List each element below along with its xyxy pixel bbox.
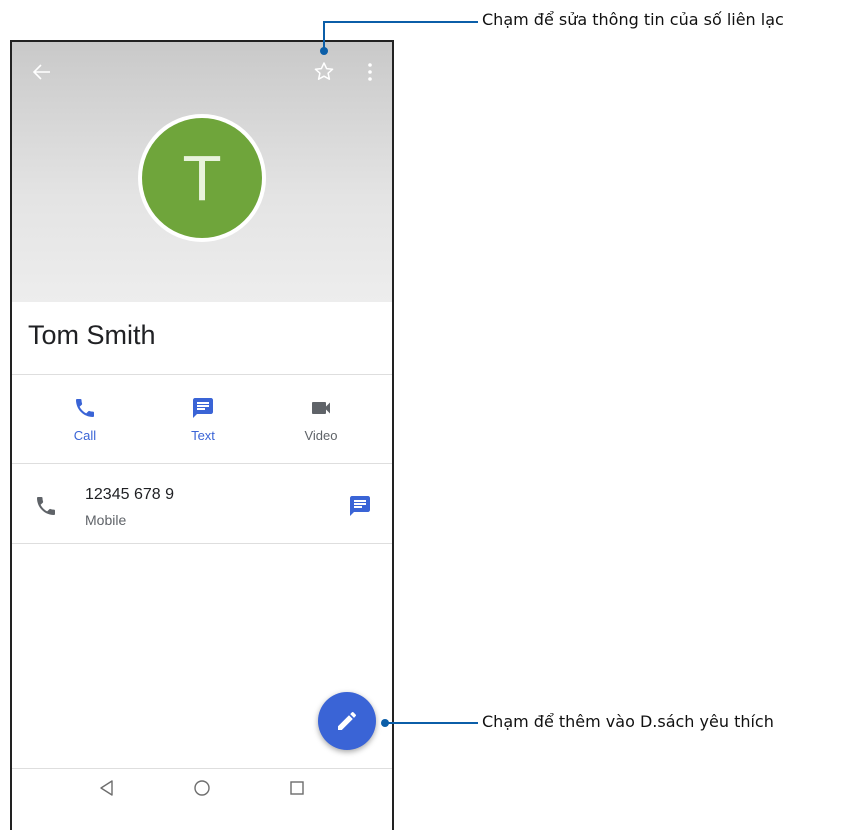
divider (12, 463, 392, 464)
back-arrow-icon[interactable] (30, 60, 54, 84)
message-icon[interactable] (348, 494, 372, 523)
call-action-button[interactable]: Call (25, 396, 145, 443)
text-label: Text (191, 428, 215, 443)
avatar-initial: T (142, 118, 262, 238)
contact-name: Tom Smith (28, 320, 156, 350)
edit-contact-fab[interactable] (318, 692, 376, 750)
system-navigation-bar (12, 769, 392, 809)
pencil-icon (338, 712, 356, 730)
callout-line-bottom (385, 722, 478, 724)
callout-line-top-horizontal (323, 21, 478, 23)
star-icon[interactable] (312, 60, 336, 84)
video-action-button[interactable]: Video (261, 396, 381, 443)
recents-nav-icon[interactable] (288, 779, 306, 802)
videocam-icon (312, 402, 330, 414)
call-label: Call (73, 428, 97, 443)
text-action-button[interactable]: Text (143, 396, 263, 443)
back-nav-icon[interactable] (98, 779, 116, 802)
callout-text-top: Chạm để sửa thông tin của số liên lạc (482, 10, 784, 29)
phone-screen: T Tom Smith Call Text Video 12345 678 9 … (10, 40, 394, 830)
message-icon (193, 398, 213, 418)
video-label: Video (304, 428, 338, 443)
phone-icon (76, 399, 94, 417)
phone-icon (34, 494, 58, 523)
divider (12, 543, 392, 544)
phone-type: Mobile (85, 512, 127, 528)
divider (12, 374, 392, 375)
more-options-icon[interactable] (358, 60, 382, 84)
home-nav-icon[interactable] (193, 779, 211, 802)
avatar: T (138, 114, 266, 242)
callout-text-bottom: Chạm để thêm vào D.sách yêu thích (482, 712, 774, 731)
contact-header: T (12, 42, 392, 302)
phone-number: 12345 678 9 (85, 486, 174, 503)
callout-line-top-vertical (323, 21, 325, 49)
